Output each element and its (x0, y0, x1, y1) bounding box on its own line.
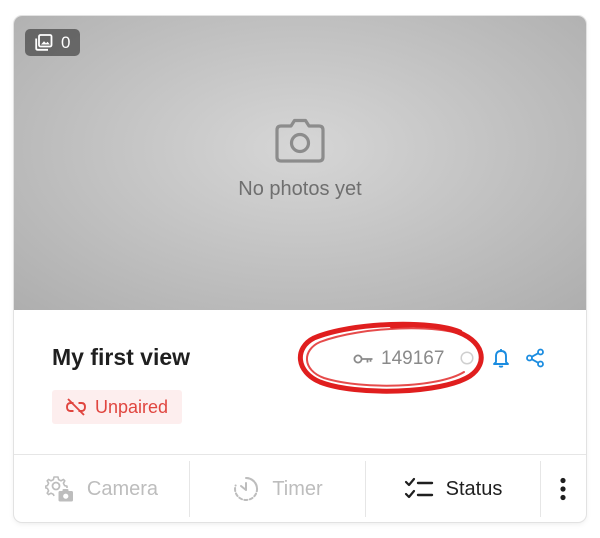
key-icon (353, 354, 373, 364)
tab-camera-label: Camera (86, 477, 159, 500)
more-options-button[interactable] (541, 455, 585, 522)
photo-count-badge: 0 (25, 29, 81, 56)
tab-camera[interactable]: Camera (14, 455, 189, 522)
tab-timer-label: Timer (272, 477, 323, 500)
photo-area[interactable]: 0 No photos yet (14, 16, 586, 310)
pair-code[interactable]: 149167 (353, 348, 444, 370)
view-card: 0 No photos yet My first view 149167 Unp… (14, 16, 586, 522)
view-title[interactable]: My first view (52, 344, 190, 371)
camera-outline-icon (275, 118, 325, 163)
gear-camera-icon (44, 476, 73, 502)
status-badge: Unpaired (52, 390, 183, 424)
link-broken-icon (66, 398, 86, 416)
bell-icon[interactable] (492, 348, 510, 368)
share-icon[interactable] (525, 348, 545, 368)
help-circle-icon[interactable] (460, 351, 474, 365)
status-label: Unpaired (95, 396, 169, 417)
tab-timer[interactable]: Timer (190, 455, 365, 522)
timer-icon (234, 476, 259, 501)
checklist-icon (404, 477, 433, 499)
action-toolbar: Camera Timer Status (14, 454, 586, 522)
gallery-icon (35, 34, 53, 51)
pair-code-value: 149167 (381, 348, 445, 369)
tab-status-label: Status (445, 477, 503, 500)
view-info: My first view 149167 Unpaired (14, 310, 586, 452)
empty-state: No photos yet (14, 118, 586, 201)
tab-status[interactable]: Status (366, 455, 540, 522)
photo-count-value: 0 (61, 32, 71, 52)
empty-message: No photos yet (238, 178, 362, 200)
more-vertical-icon (560, 477, 566, 501)
